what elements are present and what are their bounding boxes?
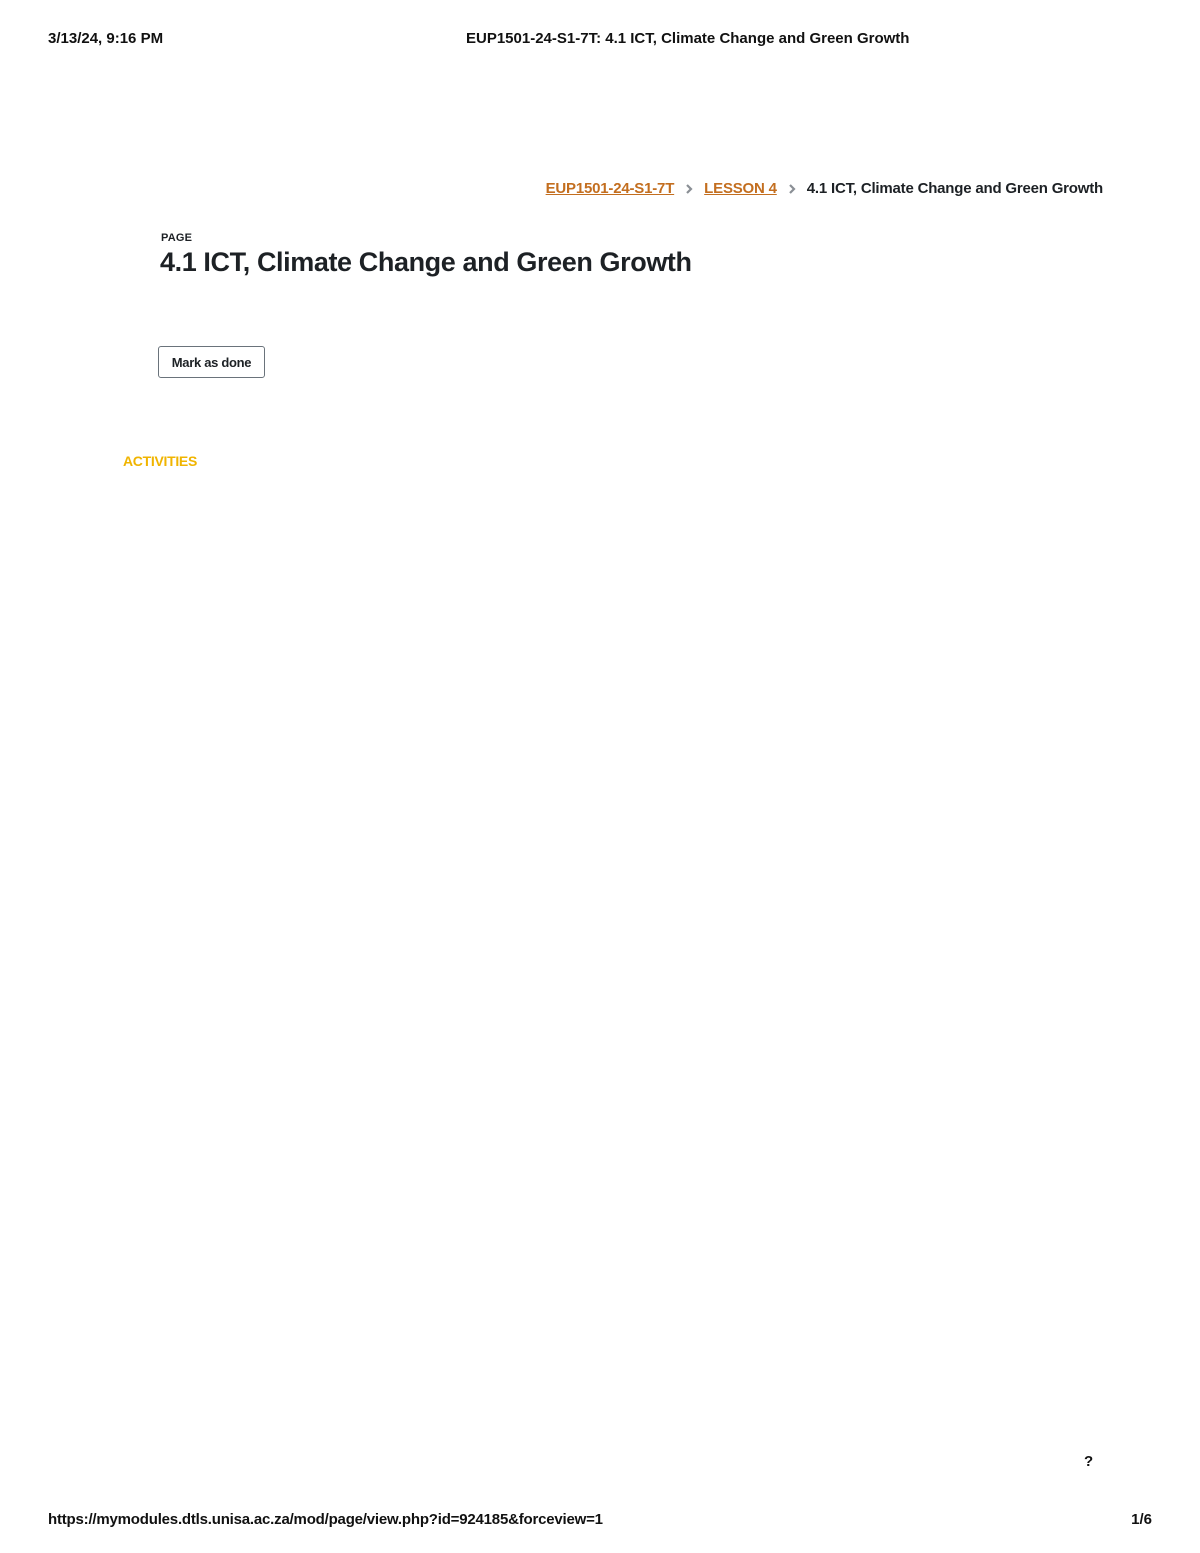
help-icon[interactable]: ?	[1084, 1453, 1093, 1470]
page-type-label: PAGE	[161, 232, 193, 244]
breadcrumb-current-page: 4.1 ICT, Climate Change and Green Growth	[806, 180, 1103, 197]
breadcrumb-lesson-link[interactable]: LESSON 4	[704, 180, 777, 197]
print-header-datetime: 3/13/24, 9:16 PM	[48, 30, 164, 47]
breadcrumb-course-link[interactable]: EUP1501-24-S1-7T	[546, 180, 675, 197]
chevron-right-icon	[686, 183, 693, 194]
print-footer-url: https://mymodules.dtls.unisa.ac.za/mod/p…	[48, 1511, 603, 1528]
chevron-right-icon	[788, 183, 796, 194]
page-title: 4.1 ICT, Climate Change and Green Growth	[160, 247, 692, 277]
print-header-title: EUP1501-24-S1-7T: 4.1 ICT, Climate Chang…	[466, 30, 910, 47]
print-footer-page-number: 1/6	[1131, 1511, 1152, 1528]
breadcrumb: EUP1501-24-S1-7T LESSON 4 4.1 ICT, Clima…	[546, 180, 1104, 197]
mark-as-done-button[interactable]: Mark as done	[158, 346, 265, 378]
activities-link[interactable]: ACTIVITIES	[123, 453, 197, 469]
